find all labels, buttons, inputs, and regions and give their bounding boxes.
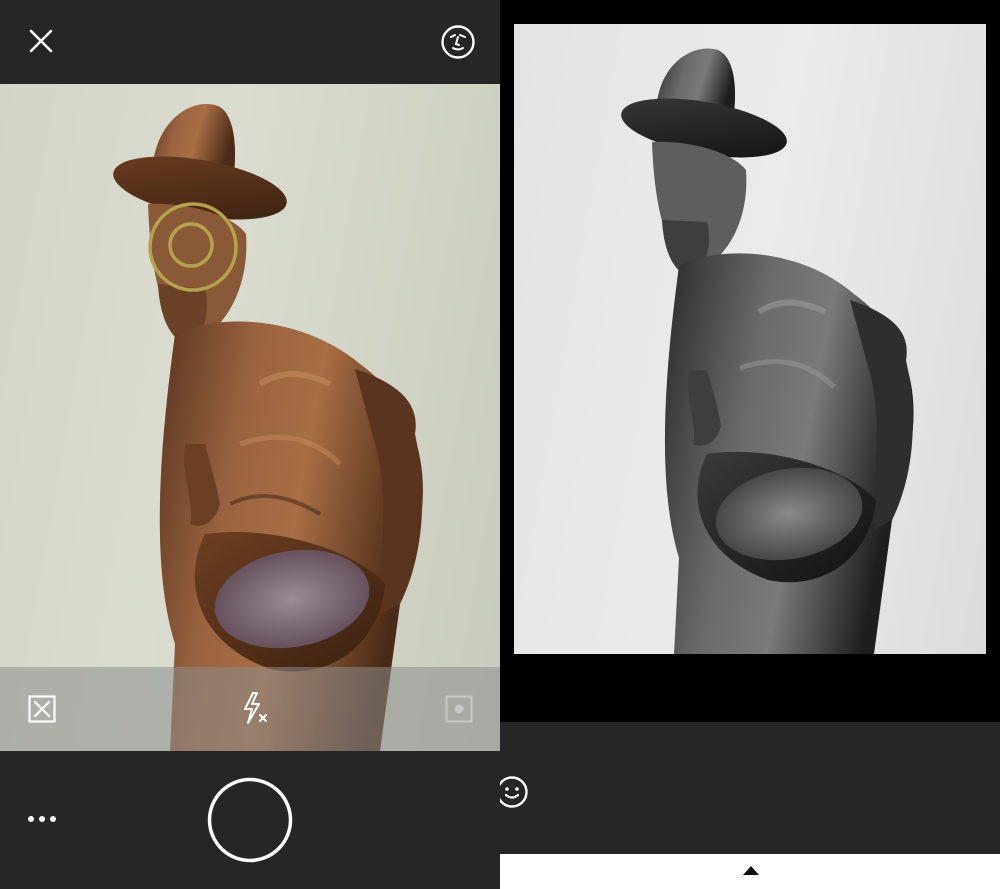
camera-top-bar (0, 0, 500, 84)
smiley-icon[interactable] (500, 770, 534, 814)
photo-preview[interactable] (514, 24, 986, 654)
shutter-button[interactable] (207, 777, 293, 863)
camera-screen (0, 0, 500, 889)
square-dot-icon[interactable] (445, 695, 473, 723)
close-icon[interactable] (28, 28, 54, 54)
camera-bottom-bar (0, 751, 500, 889)
preview-image (621, 48, 914, 654)
square-x-icon[interactable] (28, 695, 56, 723)
camera-viewfinder[interactable] (0, 84, 500, 751)
flash-off-icon[interactable] (241, 692, 269, 724)
viewfinder-image (113, 104, 423, 751)
editor-tool-bar (500, 722, 1000, 854)
editor-screen: S H (500, 0, 1000, 889)
drawer-handle-bar[interactable] (500, 854, 1000, 889)
camera-controls-strip (0, 667, 500, 751)
face-mode-icon[interactable] (440, 24, 476, 60)
caret-up-icon[interactable] (743, 866, 759, 875)
more-dots-icon[interactable] (27, 815, 57, 823)
focus-reticle-icon[interactable] (147, 201, 239, 293)
